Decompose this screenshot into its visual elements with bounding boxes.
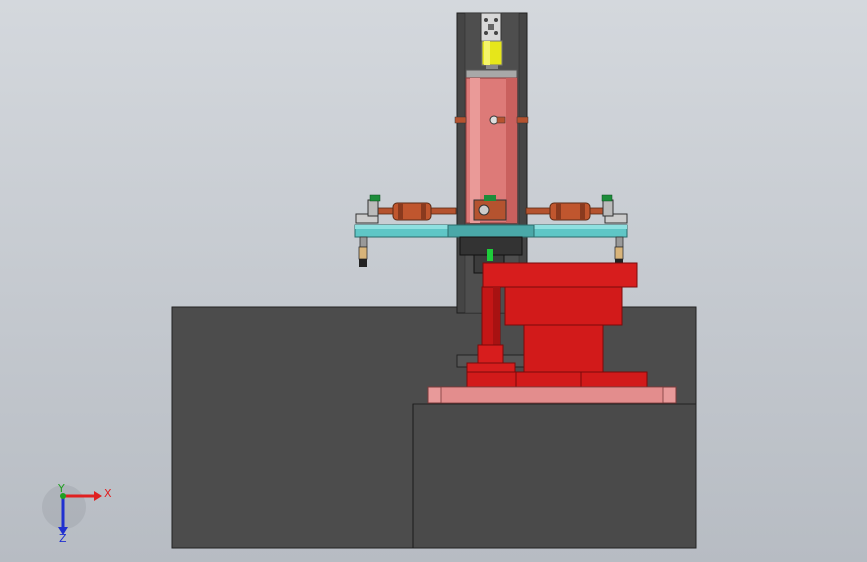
orientation-triad: X Y Z bbox=[42, 482, 112, 545]
pink-base-plate[interactable] bbox=[427, 386, 677, 404]
yellow-coupling[interactable] bbox=[481, 40, 503, 69]
z-axis-label: Z bbox=[59, 532, 67, 545]
y-axis-label: Y bbox=[57, 482, 65, 495]
x-axis-label: X bbox=[104, 487, 112, 500]
3d-model-viewport[interactable]: X Y Z bbox=[0, 0, 867, 562]
top-bracket[interactable] bbox=[480, 12, 502, 42]
x-axis-arrowhead bbox=[94, 491, 102, 501]
base-right-block[interactable] bbox=[412, 403, 697, 549]
machine-base[interactable] bbox=[171, 306, 697, 549]
model-canvas[interactable]: X Y Z bbox=[0, 0, 867, 562]
